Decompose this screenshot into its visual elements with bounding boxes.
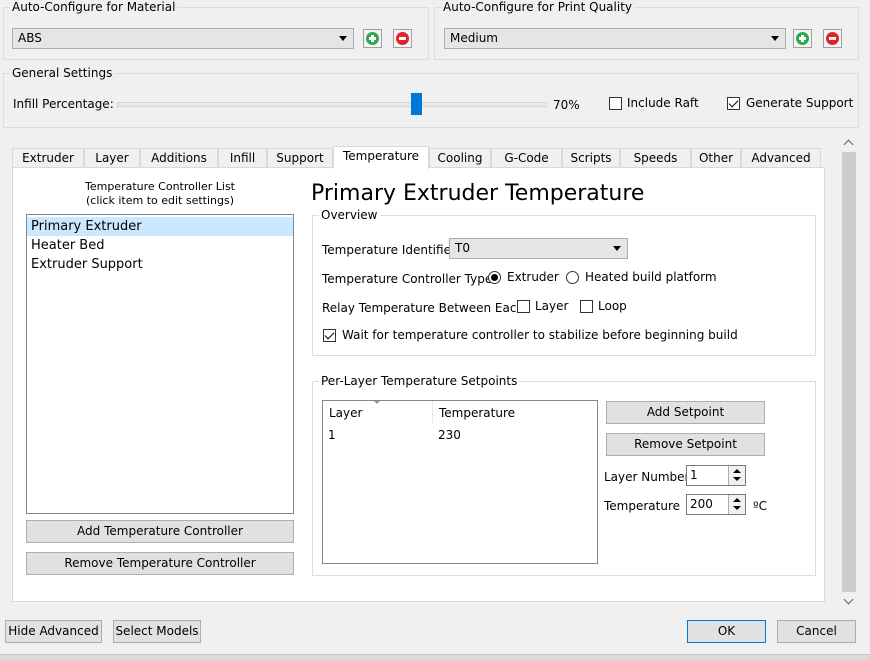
controller-type-extruder-label[interactable]: Extruder <box>507 270 559 284</box>
controller-type-extruder-radio[interactable] <box>488 271 501 284</box>
remove-quality-button[interactable] <box>823 29 842 48</box>
infill-label: Infill Percentage: <box>13 97 114 111</box>
layer-number-label: Layer Number <box>604 470 690 484</box>
scrollbar-thumb[interactable] <box>842 152 856 592</box>
setpoint-temperature-label: Temperature <box>604 499 681 513</box>
tab-cooling[interactable]: Cooling <box>429 148 491 168</box>
plus-circle-icon <box>796 32 809 45</box>
tab-gcode[interactable]: G-Code <box>491 148 562 168</box>
setpoint-temperature-value: 200 <box>690 497 713 511</box>
table-row[interactable]: 1 230 <box>323 426 597 445</box>
controller-list-title-line2: (click item to edit settings) <box>85 194 235 207</box>
minus-circle-icon <box>396 32 409 45</box>
quality-select[interactable]: Medium <box>444 28 786 49</box>
remove-setpoint-button[interactable]: Remove Setpoint <box>606 433 765 456</box>
list-item[interactable]: Heater Bed <box>27 236 293 255</box>
quality-value: Medium <box>450 31 498 45</box>
quality-legend: Auto-Configure for Print Quality <box>443 0 632 14</box>
temperature-identifier-value: T0 <box>455 241 470 255</box>
chevron-down-icon <box>613 246 621 251</box>
tab-speeds[interactable]: Speeds <box>620 148 691 168</box>
controller-list-title: Temperature Controller List (click item … <box>27 180 293 208</box>
window-bottom-edge <box>0 654 870 660</box>
list-item[interactable]: Extruder Support <box>27 255 293 274</box>
tab-support[interactable]: Support <box>267 148 333 168</box>
chevron-down-icon <box>771 36 779 41</box>
controller-list-title-line1: Temperature Controller List <box>84 180 235 193</box>
layer-number-value: 1 <box>690 468 698 482</box>
tab-temperature[interactable]: Temperature <box>333 146 429 169</box>
wait-stabilize-label[interactable]: Wait for temperature controller to stabi… <box>342 328 738 342</box>
spinner-arrows-icon[interactable] <box>728 495 745 514</box>
tab-other[interactable]: Other <box>691 148 741 168</box>
infill-value: 70% <box>553 98 580 112</box>
tab-infill[interactable]: Infill <box>218 148 267 168</box>
detail-heading: Primary Extruder Temperature <box>311 181 645 206</box>
material-legend: Auto-Configure for Material <box>12 0 176 14</box>
temperature-tab-panel: Temperature Controller List (click item … <box>12 167 825 602</box>
tab-additions[interactable]: Additions <box>140 148 218 168</box>
temperature-unit: ºC <box>753 499 768 513</box>
wait-stabilize-checkbox[interactable] <box>323 329 336 342</box>
list-item[interactable]: Primary Extruder <box>27 217 293 236</box>
remove-material-button[interactable] <box>393 29 412 48</box>
material-value: ABS <box>18 31 42 45</box>
relay-loop-checkbox[interactable] <box>580 300 593 313</box>
tab-scripts[interactable]: Scripts <box>562 148 620 168</box>
scroll-down-icon[interactable] <box>843 594 854 605</box>
temperature-identifier-label: Temperature Identifier <box>322 243 456 257</box>
infill-slider-thumb[interactable] <box>411 93 422 115</box>
relay-loop-label[interactable]: Loop <box>598 299 627 313</box>
remove-temperature-controller-button[interactable]: Remove Temperature Controller <box>26 552 294 575</box>
include-raft-checkbox[interactable] <box>609 97 622 110</box>
setpoint-temperature-spinner[interactable]: 200 <box>686 494 746 515</box>
controller-type-heated-radio[interactable] <box>566 271 579 284</box>
relay-layer-checkbox[interactable] <box>517 300 530 313</box>
select-models-button[interactable]: Select Models <box>113 620 201 643</box>
general-settings-legend: General Settings <box>12 66 113 80</box>
minus-circle-icon <box>826 32 839 45</box>
relay-label: Relay Temperature Between Each: <box>322 301 529 315</box>
infill-slider[interactable] <box>117 93 547 115</box>
generate-support-checkbox[interactable] <box>727 97 740 110</box>
ok-button[interactable]: OK <box>687 620 766 643</box>
layer-number-spinner[interactable]: 1 <box>686 465 746 486</box>
add-temperature-controller-button[interactable]: Add Temperature Controller <box>26 520 294 543</box>
tab-layer[interactable]: Layer <box>84 148 140 168</box>
add-setpoint-button[interactable]: Add Setpoint <box>606 401 765 424</box>
chevron-down-icon <box>339 36 347 41</box>
plus-circle-icon <box>366 32 379 45</box>
include-raft-label[interactable]: Include Raft <box>627 96 699 110</box>
spinner-arrows-icon[interactable] <box>728 466 745 485</box>
add-material-button[interactable] <box>363 29 382 48</box>
relay-layer-label[interactable]: Layer <box>535 299 568 313</box>
temperature-identifier-select[interactable]: T0 <box>449 238 628 259</box>
column-header-temperature[interactable]: Temperature <box>439 406 515 420</box>
scroll-up-icon[interactable] <box>843 139 854 150</box>
overview-legend: Overview <box>321 208 378 222</box>
material-select[interactable]: ABS <box>12 28 354 49</box>
column-header-layer[interactable]: Layer <box>329 406 362 420</box>
tab-extruder[interactable]: Extruder <box>12 148 84 168</box>
setpoints-header: Layer Temperature <box>323 401 597 423</box>
table-cell-layer: 1 <box>328 428 336 442</box>
add-quality-button[interactable] <box>793 29 812 48</box>
controller-list[interactable]: Primary Extruder Heater Bed Extruder Sup… <box>26 214 294 514</box>
cancel-button[interactable]: Cancel <box>777 620 856 643</box>
tab-advanced[interactable]: Advanced <box>741 148 821 168</box>
generate-support-label[interactable]: Generate Support <box>746 96 853 110</box>
column-divider <box>432 401 433 423</box>
hide-advanced-button[interactable]: Hide Advanced <box>5 620 102 643</box>
infill-slider-track <box>117 102 547 107</box>
sort-indicator-icon <box>374 401 380 404</box>
setpoints-table[interactable]: Layer Temperature 1 230 <box>322 400 598 564</box>
vertical-scrollbar[interactable] <box>840 133 858 611</box>
table-cell-temperature: 230 <box>438 428 461 442</box>
setpoints-legend: Per-Layer Temperature Setpoints <box>321 374 518 388</box>
controller-type-label: Temperature Controller Type: <box>322 272 497 286</box>
controller-type-heated-label[interactable]: Heated build platform <box>585 270 717 284</box>
